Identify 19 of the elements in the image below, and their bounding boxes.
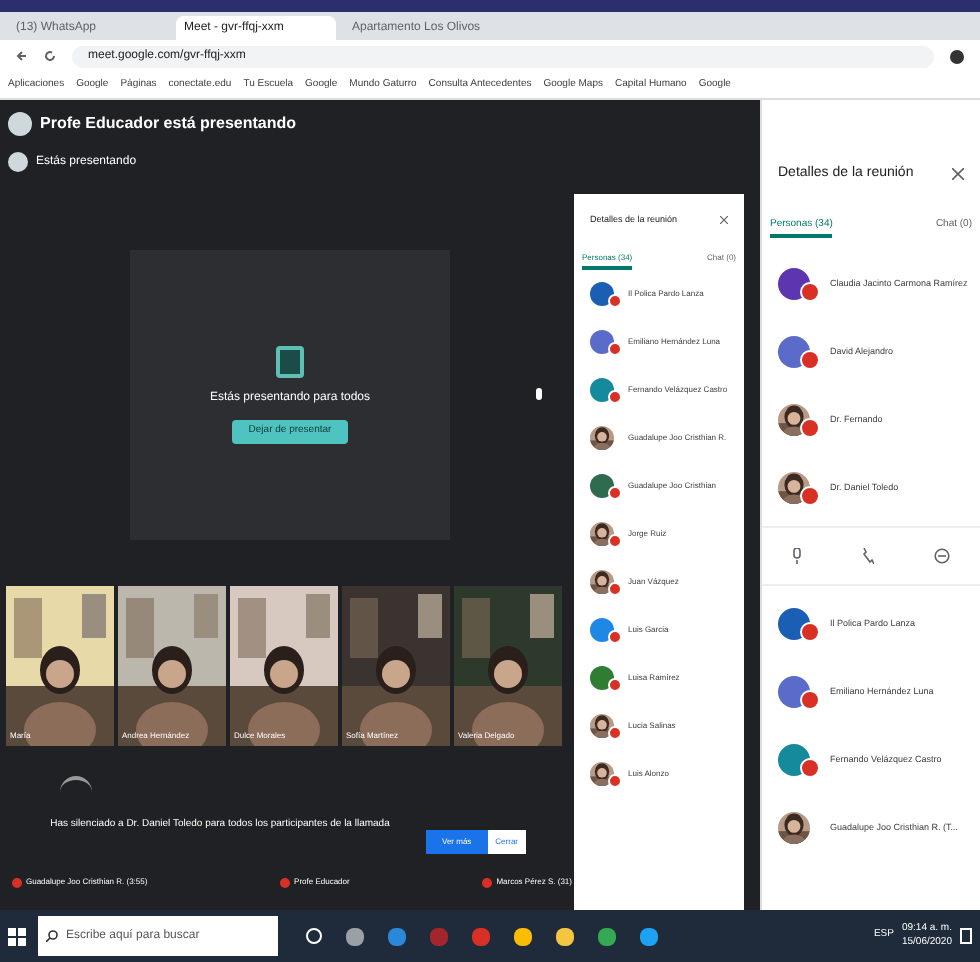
reload-icon[interactable]	[44, 50, 56, 62]
more-options-icon[interactable]	[934, 548, 950, 564]
presenter-title: Profe Educador está presentando	[40, 112, 297, 136]
muted-icon	[12, 877, 22, 887]
phone-icon[interactable]	[862, 548, 874, 564]
close-icon[interactable]	[952, 168, 964, 181]
back-icon[interactable]	[16, 50, 28, 62]
profile-avatar[interactable]	[950, 49, 964, 63]
windows-start-icon[interactable]	[8, 927, 26, 945]
muted-icon	[482, 877, 493, 887]
avatar-icon	[8, 112, 32, 136]
muted-icon	[280, 877, 291, 887]
avatar-icon	[8, 152, 28, 172]
cursor-icon	[536, 388, 542, 400]
close-icon[interactable]	[720, 216, 728, 225]
microphone-icon[interactable]	[792, 548, 802, 564]
present-icon	[276, 346, 304, 379]
notifications-icon[interactable]	[960, 928, 972, 944]
search-icon	[46, 930, 58, 942]
